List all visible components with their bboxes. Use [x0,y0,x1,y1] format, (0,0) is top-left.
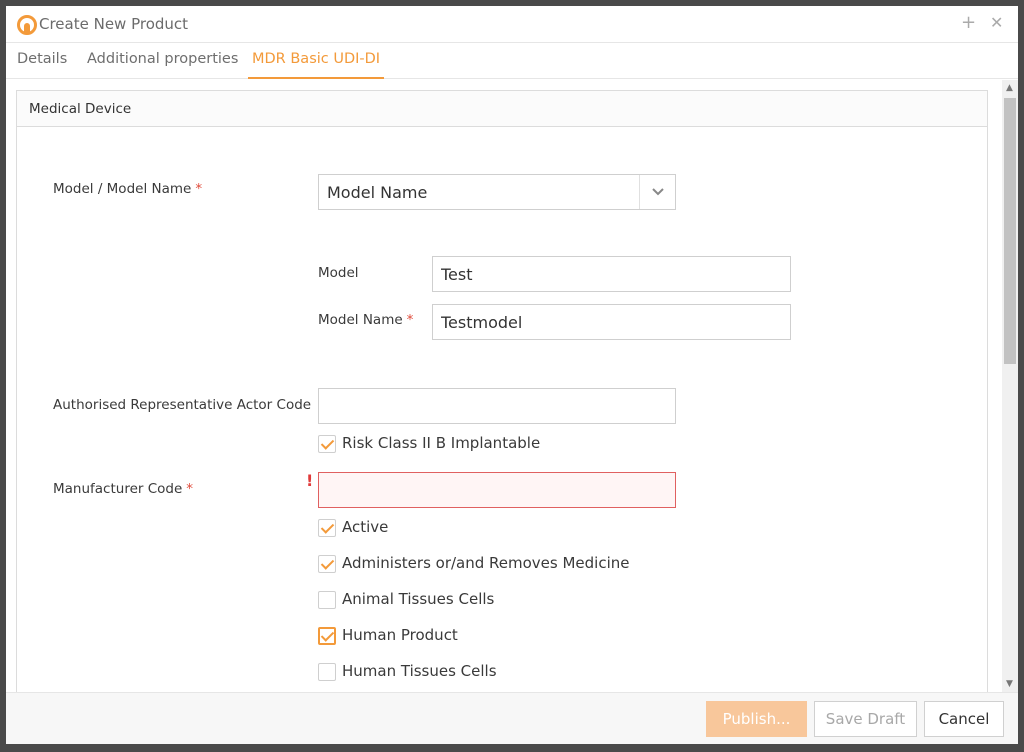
title-bar: Create New Product + ✕ [6,6,1018,43]
animal-tissues-checkbox[interactable] [318,591,336,609]
scroll-down-arrow-icon[interactable]: ▼ [1006,680,1014,689]
administers-medicine-label: Administers or/and Removes Medicine [342,554,630,572]
tab-mdr-basic-udi-di[interactable]: MDR Basic UDI-DI [248,44,385,79]
save-draft-button[interactable]: Save Draft [814,701,917,737]
required-mark: * [406,312,414,328]
human-tissues-label: Human Tissues Cells [342,662,497,680]
cancel-button[interactable]: Cancel [924,701,1004,737]
authorised-rep-label: Authorised Representative Actor Code [53,397,312,413]
app-logo-icon [17,15,37,35]
chevron-down-icon[interactable] [650,181,666,201]
create-product-dialog: Create New Product + ✕ Details Additiona… [6,6,1018,744]
model-model-name-label: Model / Model Name * [53,181,202,197]
panel-title: Medical Device [29,101,132,117]
medical-device-panel: Medical Device Model / Model Name * Model… [16,90,988,692]
dialog-title: Create New Product [39,15,189,33]
vertical-scrollbar[interactable]: ▲ ▼ [1002,80,1018,692]
publish-button[interactable]: Publish... [706,701,807,737]
dialog-footer: Publish... Save Draft Cancel [6,692,1018,744]
human-product-checkbox[interactable] [318,627,336,645]
active-label: Active [342,518,389,536]
model-input[interactable] [432,256,791,292]
tab-bar: Details Additional properties MDR Basic … [6,44,1018,79]
model-label: Model [318,265,359,281]
risk-class-checkbox[interactable] [318,435,336,453]
risk-class-label: Risk Class II B Implantable [342,434,541,452]
tab-details[interactable]: Details [13,44,71,79]
model-model-name-label-text: Model / Model Name [53,181,192,197]
active-checkbox[interactable] [318,519,336,537]
manufacturer-code-label: Manufacturer Code * [53,481,193,497]
required-mark: * [195,181,203,197]
administers-medicine-checkbox[interactable] [318,555,336,573]
content-area: Medical Device Model / Model Name * Model… [6,80,1018,692]
model-name-label-text: Model Name [318,312,403,328]
model-name-label: Model Name * [318,312,413,328]
human-product-label: Human Product [342,626,458,644]
error-exclamation-icon: ! [306,471,314,490]
panel-header: Medical Device [17,91,987,127]
human-tissues-checkbox[interactable] [318,663,336,681]
required-mark: * [186,481,194,497]
scroll-thumb[interactable] [1004,98,1016,364]
authorised-rep-input[interactable] [318,388,676,424]
animal-tissues-label: Animal Tissues Cells [342,590,495,608]
manufacturer-code-label-text: Manufacturer Code [53,481,183,497]
close-icon[interactable]: ✕ [990,13,1003,33]
tab-additional-properties[interactable]: Additional properties [83,44,242,79]
manufacturer-code-input[interactable] [318,472,676,508]
maximize-plus-icon[interactable]: + [961,13,976,33]
model-model-name-select[interactable]: Model Name [318,174,676,210]
select-divider [639,175,640,209]
scroll-up-arrow-icon[interactable]: ▲ [1006,84,1014,93]
select-value: Model Name [327,183,428,202]
model-name-input[interactable] [432,304,791,340]
